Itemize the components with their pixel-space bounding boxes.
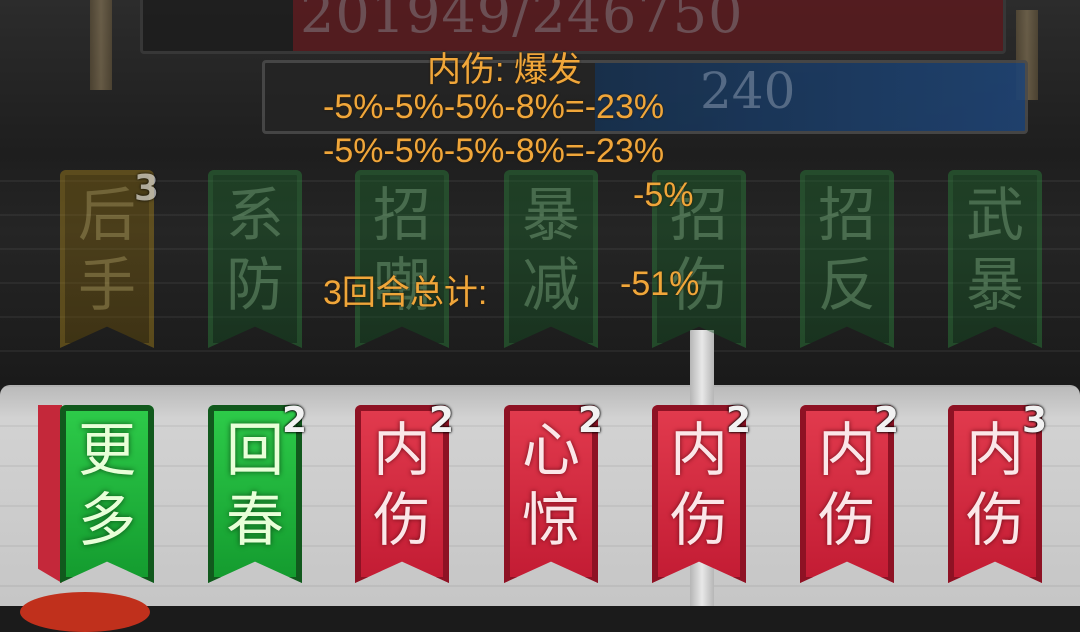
enemy-status-banner[interactable]: 招反	[800, 170, 894, 348]
stack-count-badge: 3	[134, 168, 160, 209]
status-glyph-top: 更	[77, 416, 136, 484]
enemy-status-banner[interactable]: 系防	[208, 170, 302, 348]
stack-count-badge: 3	[1022, 400, 1048, 441]
status-glyph-top: 招	[817, 181, 876, 249]
status-glyph-bottom: 伤	[817, 486, 876, 554]
status-glyph-top: 系	[225, 181, 284, 249]
stack-count-badge: 2	[429, 400, 455, 441]
status-glyph-bottom: 惊	[521, 486, 580, 554]
status-glyph-bottom: 春	[225, 486, 284, 554]
tooltip-line-2: -5%-5%-5%-8%=-23%	[323, 132, 665, 170]
red-ornament	[20, 592, 150, 632]
status-glyph-bottom: 伤	[965, 486, 1024, 554]
status-glyph-bottom: 伤	[372, 486, 431, 554]
tooltip-title: 内伤: 爆发	[427, 51, 582, 89]
enemy-status-banner[interactable]: 招嘲	[355, 170, 449, 348]
status-glyph-bottom: 暴	[965, 251, 1024, 319]
status-glyph-bottom: 手	[77, 251, 136, 319]
mp-value: 240	[700, 62, 796, 120]
enemy-status-banner[interactable]: 暴减	[504, 170, 598, 348]
stack-count-badge: 2	[578, 400, 604, 441]
tooltip-line-1: -5%-5%-5%-8%=-23%	[323, 88, 665, 126]
player-status-banner[interactable]: 更多	[60, 405, 154, 583]
status-glyph-bottom: 减	[521, 251, 580, 319]
status-glyph-bottom: 反	[817, 251, 876, 319]
scroll-rod-left	[90, 0, 112, 90]
tooltip-total-value: -51%	[620, 265, 700, 303]
enemy-status-banner[interactable]: 武暴	[948, 170, 1042, 348]
tooltip-total-label: 3回合总计:	[323, 274, 488, 312]
status-glyph-bottom: 防	[225, 251, 284, 319]
status-glyph-top: 暴	[521, 181, 580, 249]
status-glyph-bottom: 多	[77, 486, 136, 554]
tooltip-line-3: -5%	[633, 176, 694, 214]
status-glyph-top: 武	[965, 181, 1024, 249]
banner-edge	[38, 405, 62, 583]
stack-count-badge: 2	[874, 400, 900, 441]
stack-count-badge: 2	[726, 400, 752, 441]
status-glyph-top: 招	[372, 181, 431, 249]
stack-count-badge: 2	[282, 400, 308, 441]
hp-value: 201949/246750	[300, 0, 744, 45]
status-glyph-bottom: 伤	[669, 486, 728, 554]
